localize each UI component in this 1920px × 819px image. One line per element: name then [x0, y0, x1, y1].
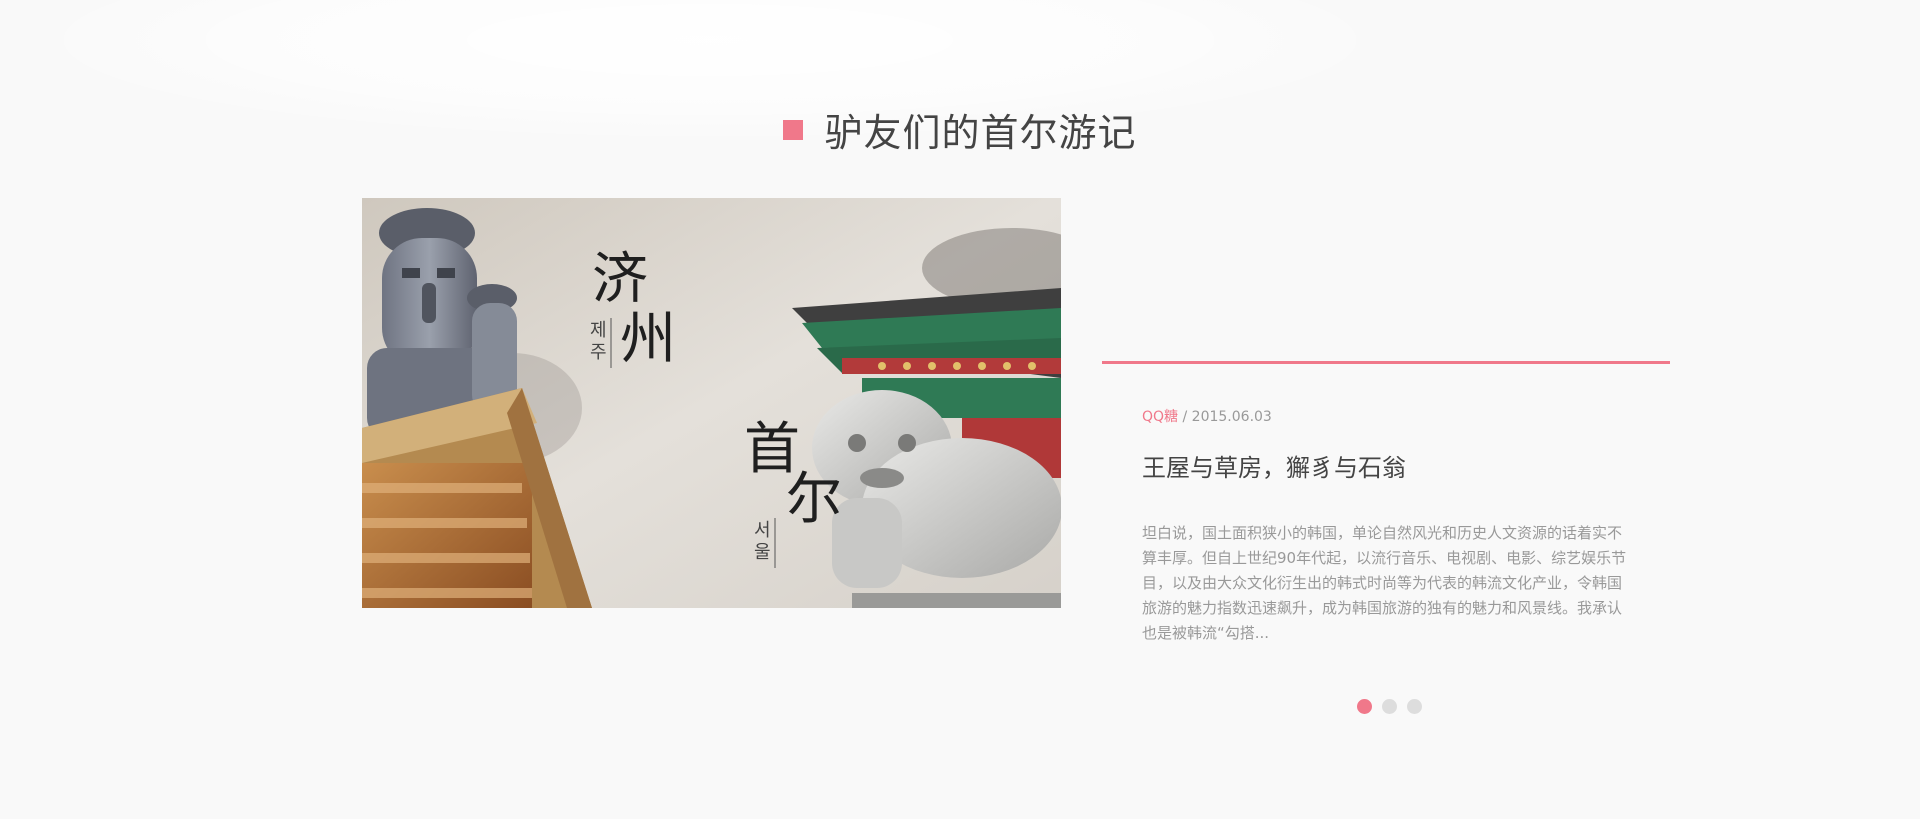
- caption-jeju-han-2: 州: [620, 307, 676, 372]
- article-photo[interactable]: 济 州 제 주 首 尔 서 울: [362, 198, 1061, 608]
- page: 驴友们的首尔游记 济 州 제 주 首 尔 서 울 QQ糖 / 2015.06.0…: [0, 0, 1920, 819]
- caption-seoul-kr-2: 울: [754, 542, 771, 563]
- caption-jeju-han-1: 济: [592, 247, 648, 312]
- pagination-dot-1[interactable]: [1357, 699, 1372, 714]
- article-author[interactable]: QQ糖: [1142, 409, 1178, 425]
- caption-seoul-kr-1: 서: [754, 520, 771, 541]
- article-card[interactable]: QQ糖 / 2015.06.03 王屋与草房，獬豸与石翁 坦白说，国土面积狭小的…: [1102, 361, 1670, 646]
- caption-seoul-han-2: 尔: [786, 467, 842, 532]
- title-square-icon: [783, 119, 804, 140]
- pagination-dot-2[interactable]: [1382, 699, 1397, 714]
- article-title[interactable]: 王屋与草房，獬豸与石翁: [1142, 448, 1670, 483]
- pagination-dot-3[interactable]: [1407, 699, 1422, 714]
- accent-divider: [1102, 361, 1670, 364]
- caption-jeju-kr-1: 제: [590, 320, 607, 341]
- section-title: 驴友们的首尔游记: [824, 111, 1137, 155]
- photo-illustration: 济 州 제 주 首 尔 서 울: [362, 198, 1061, 608]
- article-excerpt: 坦白说，国土面积狭小的韩国，单论自然风光和历史人文资源的话着实不算丰厚。但自上世…: [1142, 524, 1627, 642]
- carousel-pagination: [1357, 699, 1422, 714]
- meta-separator: /: [1178, 409, 1192, 425]
- section-header: 驴友们的首尔游记: [0, 102, 1920, 155]
- article-meta: QQ糖 / 2015.06.03: [1142, 406, 1670, 426]
- caption-jeju-kr-2: 주: [590, 342, 607, 363]
- article-date: 2015.06.03: [1191, 409, 1272, 425]
